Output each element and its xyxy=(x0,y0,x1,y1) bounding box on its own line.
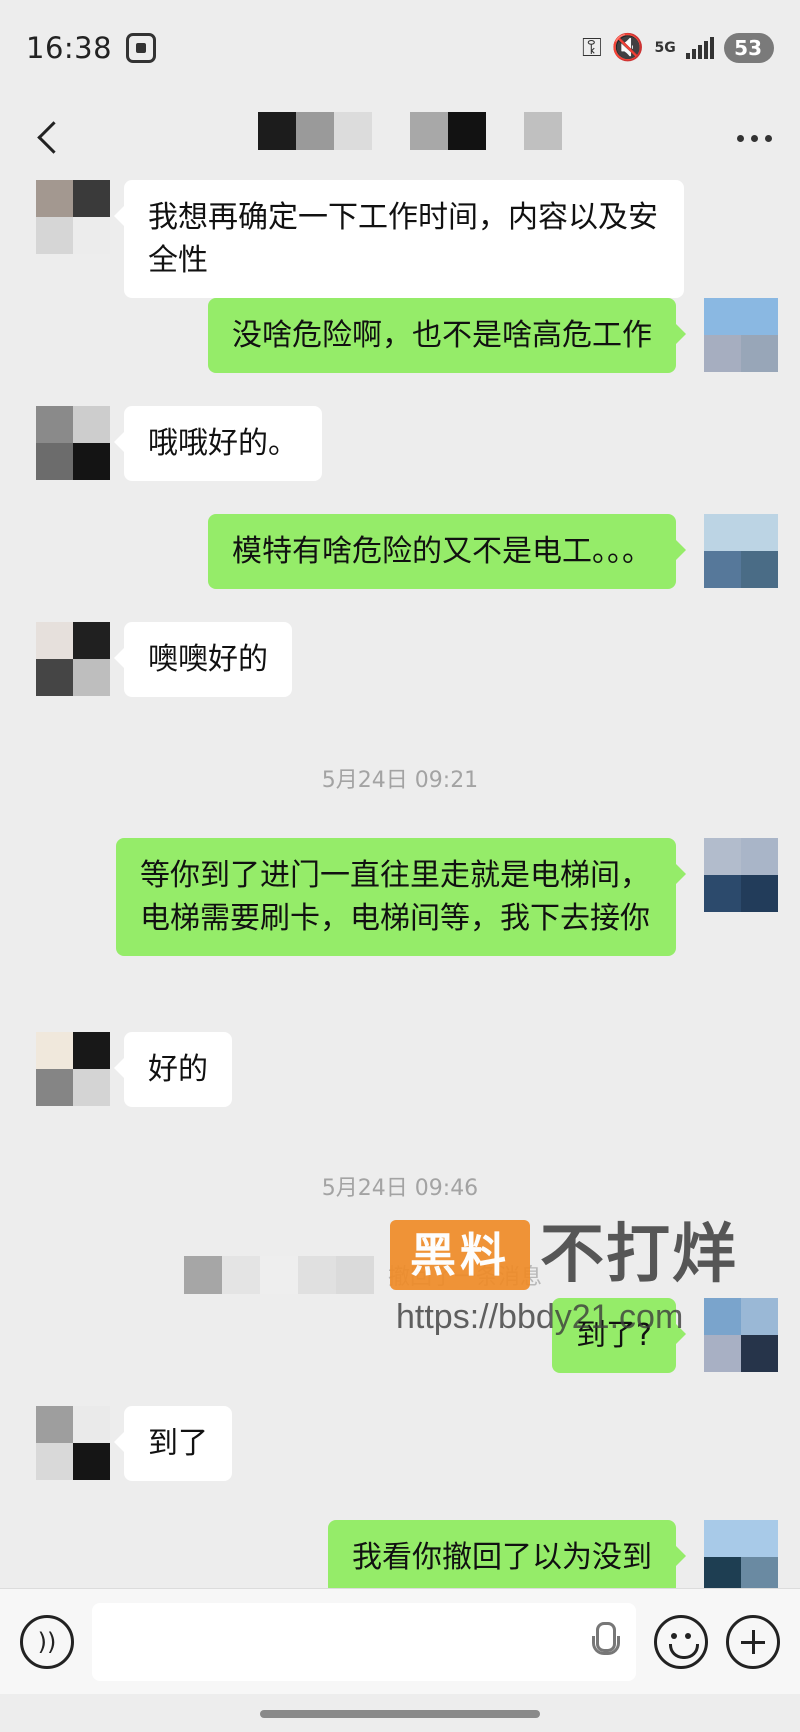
redaction-block xyxy=(260,1256,298,1294)
plus-icon[interactable] xyxy=(726,1614,780,1669)
status-left: 16:38 xyxy=(26,31,157,65)
status-right: ⚿ 🔇 5G 53 xyxy=(582,33,774,64)
redaction-block xyxy=(222,1256,260,1294)
chat-header xyxy=(0,96,800,180)
sent-message-bubble[interactable]: 没啥危险啊，也不是啥高危工作 xyxy=(208,298,686,373)
recall-notice: 撤回了一条消息 xyxy=(184,1256,542,1294)
message-row-sent: 我看你撤回了以为没到 xyxy=(328,1520,778,1588)
chat-history[interactable]: 我想再确定一下工作时间，内容以及安全性 没啥危险啊，也不是啥高危工作 哦哦好的。… xyxy=(0,180,800,1588)
redaction-block xyxy=(410,112,448,150)
message-row-sent: 到了? xyxy=(552,1298,778,1373)
received-message-bubble[interactable]: 哦哦好的。 xyxy=(114,406,322,481)
message-row-received: 噢噢好的 xyxy=(36,622,292,697)
avatar[interactable] xyxy=(704,1298,778,1372)
redaction-block xyxy=(336,1256,374,1294)
received-message-bubble[interactable]: 我想再确定一下工作时间，内容以及安全性 xyxy=(114,180,684,298)
back-arrow-icon[interactable] xyxy=(28,118,68,158)
avatar[interactable] xyxy=(36,1032,110,1106)
screenshot-icon xyxy=(126,33,157,63)
avatar[interactable] xyxy=(36,406,110,480)
key-icon: ⚿ xyxy=(581,32,602,63)
redaction-block xyxy=(372,112,410,150)
message-row-received: 到了 xyxy=(36,1406,232,1481)
message-input[interactable] xyxy=(92,1602,636,1681)
message-row-sent: 没啥危险啊，也不是啥高危工作 xyxy=(208,298,778,373)
message-row-received: 哦哦好的。 xyxy=(36,406,322,481)
network-type: 5G xyxy=(654,40,676,56)
avatar[interactable] xyxy=(36,180,110,254)
redaction-block xyxy=(184,1256,222,1294)
microphone-icon[interactable] xyxy=(592,1621,620,1662)
redaction-block xyxy=(448,112,486,150)
sent-message-bubble[interactable]: 我看你撤回了以为没到 xyxy=(328,1520,686,1588)
emoji-icon[interactable] xyxy=(654,1614,708,1669)
clock: 16:38 xyxy=(26,31,113,65)
input-bar: )) xyxy=(0,1588,800,1694)
message-input-box[interactable] xyxy=(92,1602,636,1681)
redaction-block xyxy=(486,112,524,150)
redaction-block xyxy=(258,112,296,150)
sent-message-bubble[interactable]: 模特有啥危险的又不是电工。。。 xyxy=(208,514,686,589)
home-indicator[interactable] xyxy=(260,1710,540,1718)
redaction-block xyxy=(524,112,562,150)
watermark-title: 不打烊 xyxy=(540,1218,738,1292)
avatar[interactable] xyxy=(704,514,778,588)
received-message-bubble[interactable]: 好的 xyxy=(114,1032,232,1107)
redaction-block xyxy=(334,112,372,150)
redaction-block xyxy=(296,112,334,150)
more-options-icon[interactable] xyxy=(737,134,772,142)
timestamp: 5月24日 09:21 xyxy=(321,768,479,793)
message-row-received: 好的 xyxy=(36,1032,232,1107)
recall-notice-text: 撤回了一条消息 xyxy=(388,1265,543,1290)
signal-icon xyxy=(686,37,715,59)
avatar[interactable] xyxy=(704,1520,778,1588)
avatar[interactable] xyxy=(36,622,110,696)
avatar[interactable] xyxy=(704,838,778,912)
avatar[interactable] xyxy=(36,1406,110,1480)
status-bar: 16:38 ⚿ 🔇 5G 53 xyxy=(0,0,800,96)
received-message-bubble[interactable]: 噢噢好的 xyxy=(114,622,292,697)
message-row-received: 我想再确定一下工作时间，内容以及安全性 xyxy=(36,180,684,298)
sent-message-bubble[interactable]: 等你到了进门一直往里走就是电梯间，电梯需要刷卡，电梯间等，我下去接你 xyxy=(116,838,686,956)
message-row-sent: 等你到了进门一直往里走就是电梯间，电梯需要刷卡，电梯间等，我下去接你 xyxy=(116,838,778,956)
avatar[interactable] xyxy=(704,298,778,372)
contact-name-redacted xyxy=(258,112,562,150)
battery-indicator: 53 xyxy=(724,33,774,63)
redaction-block xyxy=(298,1256,336,1294)
sent-message-bubble[interactable]: 到了? xyxy=(552,1298,686,1373)
received-message-bubble[interactable]: 到了 xyxy=(114,1406,232,1481)
timestamp: 5月24日 09:46 xyxy=(321,1176,479,1201)
voice-toggle-icon[interactable]: )) xyxy=(20,1614,74,1669)
mute-icon: 🔇 xyxy=(611,33,645,63)
message-row-sent: 模特有啥危险的又不是电工。。。 xyxy=(208,514,778,589)
